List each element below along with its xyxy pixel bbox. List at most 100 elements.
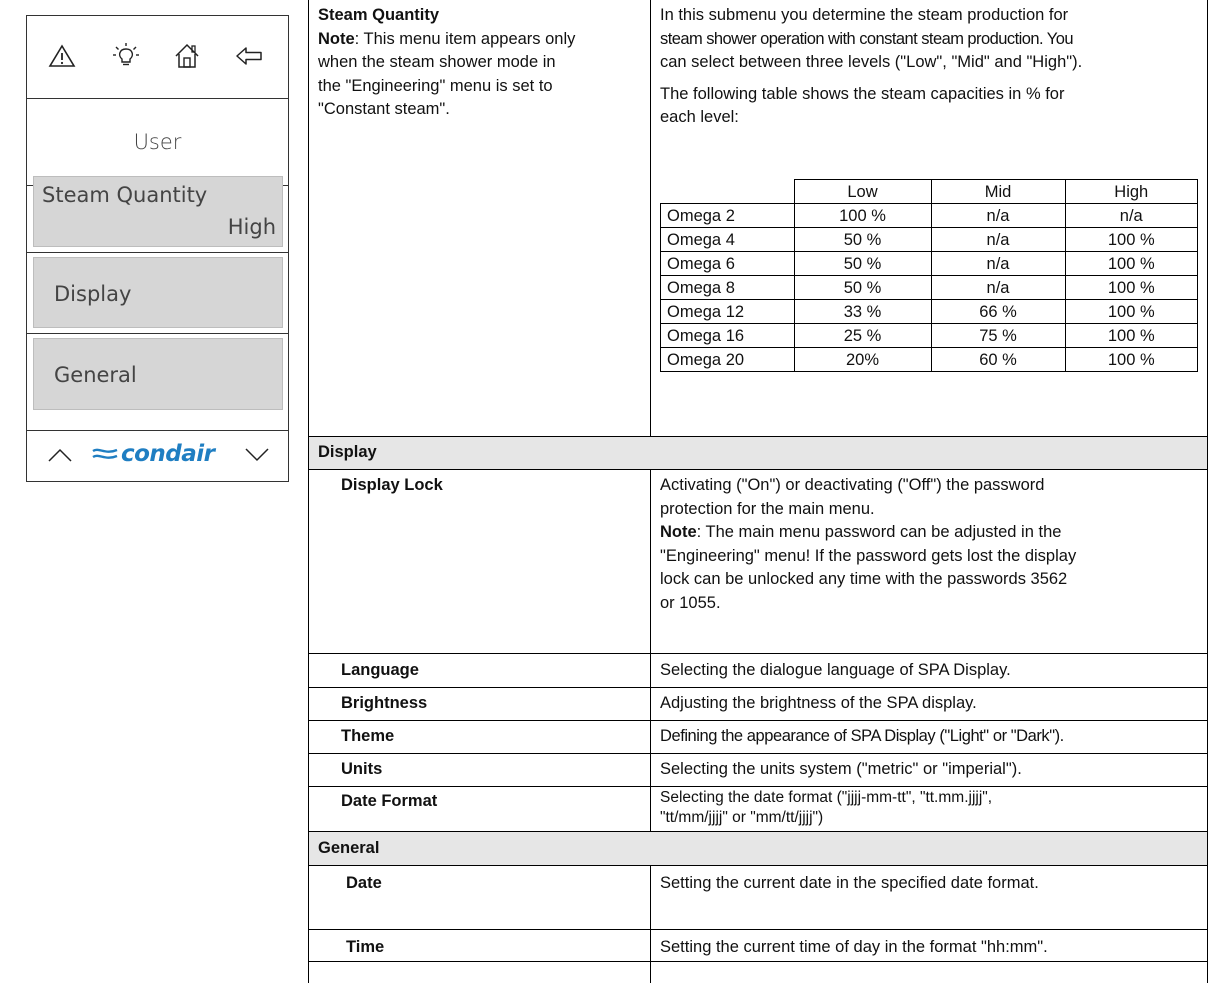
param-name: Date Format — [341, 792, 438, 810]
menu-item-label: Steam Quantity — [42, 183, 208, 207]
column-divider — [650, 0, 651, 436]
table-cell: 100 % — [1064, 347, 1198, 372]
section-header-general: General — [318, 839, 380, 857]
table-cell: 100 % — [1064, 275, 1198, 300]
warning-icon[interactable] — [48, 42, 76, 70]
table-border — [1207, 0, 1208, 983]
row-label: Omega 12 — [660, 299, 795, 324]
note-label: Note — [318, 29, 355, 48]
row-label: Omega 4 — [660, 227, 795, 252]
table-cell: 33 % — [793, 299, 932, 324]
param-name: Brightness — [341, 694, 428, 712]
description-line: The following table shows the steam capa… — [660, 84, 1065, 103]
table-row: Omega 2 100 % n/a n/a — [660, 203, 1198, 228]
row-rule — [308, 436, 1208, 437]
divider — [27, 333, 288, 334]
table-cell: 60 % — [930, 347, 1066, 372]
menu-title: User — [27, 99, 288, 186]
scroll-up-icon[interactable] — [47, 447, 73, 463]
row-rule — [308, 865, 1208, 866]
description-line: "tt/mm/jjjj" or "mm/tt/jjjj") — [660, 809, 824, 826]
note: Note: The main menu password can be adju… — [660, 521, 1200, 545]
table-cell: n/a — [930, 251, 1066, 276]
table-cell: 50 % — [793, 251, 932, 276]
note-text: the "Engineering" menu is set to — [318, 76, 553, 95]
table-cell: 66 % — [930, 299, 1066, 324]
back-arrow-icon[interactable] — [235, 42, 263, 70]
description-line: can select between three levels ("Low", … — [660, 53, 1083, 71]
steam-capacity-table: Low Mid High Omega 2 100 % n/a n/a Omega… — [660, 179, 1198, 372]
row-rule — [308, 687, 1208, 688]
param-name: Units — [341, 760, 383, 778]
table-corner — [660, 179, 795, 204]
param-description: Activating ("On") or deactivating ("Off"… — [660, 474, 1200, 615]
note-text: "Engineering" menu! If the password gets… — [660, 546, 1077, 565]
param-description: Selecting the dialogue language of SPA D… — [660, 661, 1011, 679]
column-divider — [650, 469, 651, 831]
menu-item-general[interactable]: General — [33, 338, 283, 410]
section-header-display: Display — [318, 443, 377, 461]
row-label: Omega 8 — [660, 275, 795, 300]
row-label: Omega 16 — [660, 323, 795, 348]
row-rule — [308, 753, 1208, 754]
lightbulb-icon[interactable] — [112, 42, 140, 70]
table-cell: n/a — [930, 227, 1066, 252]
note-text: : This menu item appears only — [354, 29, 576, 48]
note-text: lock can be unlocked any time with the p… — [660, 570, 1068, 588]
table-row: Omega 8 50 % n/a 100 % — [660, 275, 1198, 300]
table-cell: 50 % — [793, 227, 932, 252]
param-description: Setting the current date in the specifie… — [660, 874, 1039, 892]
note: Note: This menu item appears only — [318, 28, 644, 52]
note-text: when the steam shower mode in — [318, 53, 556, 71]
row-label: Omega 20 — [660, 347, 795, 372]
param-name: Time — [346, 938, 385, 956]
scroll-down-icon[interactable] — [244, 447, 270, 463]
table-cell: 100 % — [1064, 323, 1198, 348]
column-header: Low — [793, 179, 932, 204]
home-icon[interactable] — [173, 42, 201, 70]
note-text: "Constant steam". — [318, 100, 450, 118]
table-cell: n/a — [1064, 203, 1198, 228]
description-line: steam shower operation with constant ste… — [660, 29, 1074, 48]
table-row: Omega 4 50 % n/a 100 % — [660, 227, 1198, 252]
row-rule — [308, 653, 1208, 654]
column-divider — [650, 865, 651, 983]
table-cell: n/a — [930, 275, 1066, 300]
description-line: each level: — [660, 108, 739, 126]
row-rule — [308, 786, 1208, 787]
menu-item-label: Display — [54, 282, 132, 306]
column-header: High — [1064, 179, 1198, 204]
param-description: Defining the appearance of SPA Display (… — [660, 727, 1064, 745]
row-rule — [308, 720, 1208, 721]
condair-waves-icon — [92, 448, 118, 459]
table-row: Omega 16 25 % 75 % 100 % — [660, 323, 1198, 348]
condair-logo: condair — [121, 441, 215, 467]
row-rule — [308, 929, 1208, 930]
divider — [27, 252, 288, 253]
menu-item-label: General — [54, 363, 137, 387]
param-name: Date — [346, 874, 382, 892]
param-name: Steam Quantity — [318, 6, 440, 24]
menu-item-value: High — [227, 215, 276, 239]
steam-quantity-cell: Steam Quantity Note: This menu item appe… — [318, 4, 644, 122]
steam-quantity-description: In this submenu you determine the steam … — [660, 4, 1202, 130]
note-label: Note — [660, 523, 697, 541]
param-name: Language — [341, 661, 419, 679]
table-row: Omega 12 33 % 66 % 100 % — [660, 299, 1198, 324]
table-cell: 75 % — [930, 323, 1066, 348]
row-label: Omega 6 — [660, 251, 795, 276]
table-cell: 100 % — [1064, 251, 1198, 276]
param-description: Selecting the date format ("jjjj-mm-tt",… — [660, 788, 992, 828]
row-rule — [308, 831, 1208, 832]
table-cell: 100 % — [793, 203, 932, 228]
description-line: Selecting the date format ("jjjj-mm-tt",… — [660, 789, 993, 806]
table-cell: 50 % — [793, 275, 932, 300]
table-border — [308, 0, 309, 983]
row-rule — [308, 961, 1208, 962]
menu-item-display[interactable]: Display — [33, 257, 283, 328]
row-rule — [308, 469, 1208, 470]
table-cell: n/a — [930, 203, 1066, 228]
menu-item-steam-quantity[interactable]: Steam Quantity High — [33, 176, 283, 247]
description-line: In this submenu you determine the steam … — [660, 6, 1069, 24]
table-row: Omega 6 50 % n/a 100 % — [660, 251, 1198, 276]
